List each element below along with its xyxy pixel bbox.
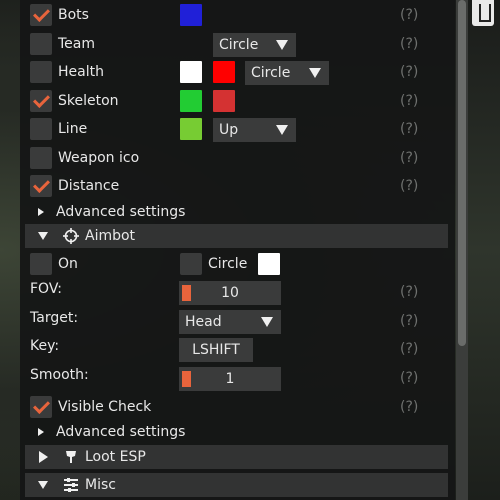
aimbot-on-row: On Circle: [20, 253, 455, 279]
target-row: Target: Head (?): [20, 310, 455, 336]
chevron-down-icon: [276, 40, 288, 50]
distance-row: Distance (?): [20, 175, 455, 201]
weapon-icon-row: Weapon ico (?): [20, 147, 455, 173]
aimbot-on-label: On: [58, 256, 78, 272]
health-mode-select[interactable]: Circle: [245, 61, 329, 85]
health-color-swatch-2[interactable]: [213, 61, 235, 83]
aimbot-section-header[interactable]: Aimbot: [25, 224, 448, 248]
visible-check-label: Visible Check: [58, 399, 152, 415]
bots-row: Bots (?): [20, 4, 455, 30]
chevron-down-icon: [38, 481, 48, 489]
sliders-icon: [64, 478, 78, 492]
fov-slider-handle[interactable]: [182, 285, 191, 301]
smooth-help[interactable]: (?): [400, 367, 418, 389]
chevron-right-icon: [38, 208, 44, 216]
skeleton-label: Skeleton: [58, 93, 119, 109]
aimbot-advanced-label: Advanced settings: [56, 424, 186, 440]
key-help[interactable]: (?): [400, 338, 418, 360]
visible-check-help[interactable]: (?): [400, 396, 418, 418]
weapon-icon-help[interactable]: (?): [400, 147, 418, 169]
smooth-value: 1: [225, 371, 235, 387]
target-help[interactable]: (?): [400, 310, 418, 332]
team-mode-select[interactable]: Circle: [213, 33, 296, 57]
fov-value: 10: [221, 285, 239, 301]
smooth-row: Smooth: 1 (?): [20, 367, 455, 393]
loot-icon: [66, 451, 76, 463]
line-mode-value: Up: [219, 122, 239, 138]
team-row: Team Circle (?): [20, 33, 455, 59]
fov-row: FOV: 10 (?): [20, 281, 455, 307]
line-checkbox[interactable]: [30, 118, 52, 140]
smooth-label: Smooth:: [30, 367, 89, 383]
health-label: Health: [58, 64, 104, 80]
smooth-slider[interactable]: 1: [179, 367, 281, 391]
aimbot-advanced-settings[interactable]: Advanced settings: [20, 421, 455, 447]
team-mode-value: Circle: [219, 37, 259, 53]
aimbot-on-checkbox[interactable]: [30, 253, 52, 275]
chevron-down-icon: [261, 317, 273, 327]
fov-help[interactable]: (?): [400, 281, 418, 303]
fov-slider[interactable]: 10: [179, 281, 281, 305]
esp-advanced-label: Advanced settings: [56, 204, 186, 220]
bots-label: Bots: [58, 7, 89, 23]
aimbot-header-label: Aimbot: [85, 228, 136, 244]
health-checkbox[interactable]: [30, 61, 52, 83]
team-label: Team: [58, 36, 96, 52]
aimbot-circle-label: Circle: [208, 256, 248, 272]
health-help[interactable]: (?): [400, 61, 418, 83]
line-help[interactable]: (?): [400, 118, 418, 140]
weapon-icon-checkbox[interactable]: [30, 147, 52, 169]
bots-color-swatch[interactable]: [180, 4, 202, 26]
keybind-button[interactable]: LSHIFT: [179, 338, 253, 362]
line-color-swatch[interactable]: [180, 118, 202, 140]
line-label: Line: [58, 121, 88, 137]
key-label: Key:: [30, 338, 60, 354]
misc-section-header[interactable]: Misc: [25, 473, 448, 497]
distance-label: Distance: [58, 178, 120, 194]
line-mode-select[interactable]: Up: [213, 118, 296, 142]
skeleton-color-swatch-2[interactable]: [213, 90, 235, 112]
team-help[interactable]: (?): [400, 33, 418, 55]
target-select[interactable]: Head: [179, 310, 281, 334]
aimbot-circle-checkbox[interactable]: [180, 253, 202, 275]
bots-checkbox[interactable]: [30, 4, 52, 26]
skeleton-checkbox[interactable]: [30, 90, 52, 112]
fov-label: FOV:: [30, 281, 62, 297]
misc-header-label: Misc: [85, 477, 116, 493]
target-value: Head: [185, 314, 222, 330]
loot-esp-section-header[interactable]: Loot ESP: [25, 445, 448, 469]
aimbot-circle-color-swatch[interactable]: [258, 253, 280, 275]
health-row: Health Circle (?): [20, 61, 455, 87]
visible-check-checkbox[interactable]: [30, 396, 52, 418]
chevron-right-icon: [39, 451, 48, 463]
crosshair-icon: [63, 228, 79, 244]
loot-esp-header-label: Loot ESP: [85, 449, 146, 465]
line-row: Line Up (?): [20, 118, 455, 144]
chevron-down-icon: [309, 68, 321, 78]
bots-help[interactable]: (?): [400, 4, 418, 26]
smooth-slider-handle[interactable]: [182, 371, 191, 387]
skeleton-color-swatch-1[interactable]: [180, 90, 202, 112]
chevron-down-icon: [276, 125, 288, 135]
cheat-menu-panel: Bots (?) Team Circle (?) Health Circle (…: [20, 0, 455, 500]
key-row: Key: LSHIFT (?): [20, 338, 455, 364]
weapon-icon-label: Weapon ico: [58, 150, 140, 166]
skeleton-help[interactable]: (?): [400, 90, 418, 112]
target-label: Target:: [30, 310, 79, 326]
distance-help[interactable]: (?): [400, 175, 418, 197]
skeleton-row: Skeleton (?): [20, 90, 455, 116]
distance-checkbox[interactable]: [30, 175, 52, 197]
chevron-down-icon: [38, 232, 48, 240]
team-checkbox[interactable]: [30, 33, 52, 55]
corner-logo: [472, 0, 494, 26]
scrollbar-thumb[interactable]: [458, 0, 466, 346]
visible-check-row: Visible Check (?): [20, 396, 455, 422]
chevron-right-icon: [38, 428, 44, 436]
health-color-swatch-1[interactable]: [180, 61, 202, 83]
health-mode-value: Circle: [251, 65, 291, 81]
